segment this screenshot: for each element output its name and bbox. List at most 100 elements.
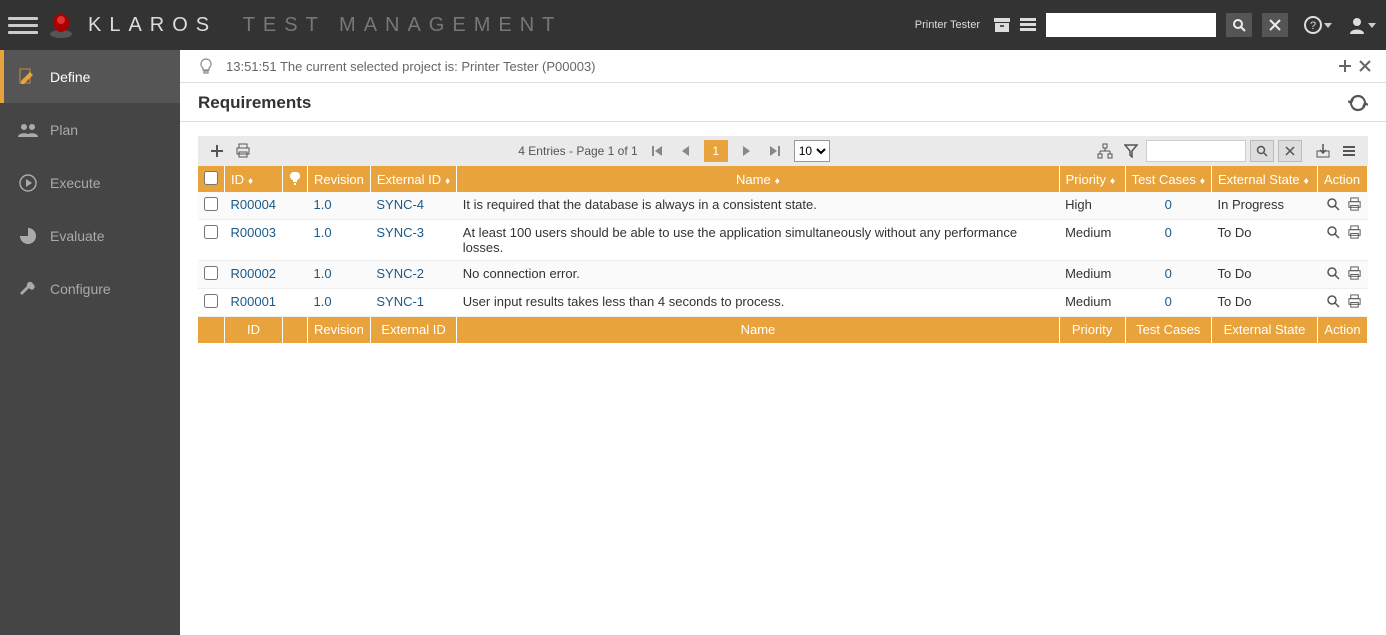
view-icon[interactable] [1326, 225, 1341, 240]
brand: KLAROS TEST MANAGEMENT [88, 14, 562, 37]
name-cell: No connection error. [457, 261, 1059, 289]
view-icon[interactable] [1326, 197, 1341, 212]
first-page-button[interactable] [648, 142, 666, 160]
table-row[interactable]: R00002 1.0 SYNC-2 No connection error. M… [198, 261, 1368, 289]
id-link[interactable]: R00001 [231, 294, 277, 309]
next-page-button[interactable] [738, 142, 756, 160]
last-page-button[interactable] [766, 142, 784, 160]
table-row[interactable]: R00004 1.0 SYNC-4 It is required that th… [198, 192, 1368, 220]
svg-text:?: ? [1310, 20, 1316, 32]
lightbulb-icon [198, 58, 214, 74]
external-id-link[interactable]: SYNC-2 [376, 266, 424, 281]
revision-link[interactable]: 1.0 [314, 266, 332, 281]
tree-icon[interactable] [1094, 140, 1116, 162]
external-id-link[interactable]: SYNC-1 [376, 294, 424, 309]
page-number[interactable]: 1 [704, 140, 728, 162]
priority-cell: Medium [1059, 289, 1125, 317]
add-button[interactable] [206, 140, 228, 162]
menu-icon[interactable] [8, 10, 38, 40]
state-cell: In Progress [1212, 192, 1318, 220]
id-link[interactable]: R00004 [231, 197, 277, 212]
col-external-state[interactable]: External State♦ [1212, 166, 1318, 192]
id-link[interactable]: R00003 [231, 225, 277, 240]
chart-icon [18, 227, 38, 245]
page-size-select[interactable]: 10 [794, 140, 830, 162]
archive-icon[interactable] [994, 18, 1010, 32]
clear-search-button[interactable] [1262, 13, 1288, 37]
refresh-icon[interactable] [1348, 93, 1368, 113]
row-checkbox[interactable] [204, 197, 218, 211]
revision-link[interactable]: 1.0 [314, 225, 332, 240]
page-title-row: Requirements [180, 83, 1386, 122]
test-cases-link[interactable]: 0 [1165, 197, 1172, 212]
sidebar-item-plan[interactable]: Plan [0, 103, 180, 156]
view-icon[interactable] [1326, 294, 1341, 309]
print-icon[interactable] [1347, 294, 1362, 309]
id-link[interactable]: R00002 [231, 266, 277, 281]
col-external-id[interactable]: External ID♦ [370, 166, 456, 192]
row-checkbox[interactable] [204, 294, 218, 308]
external-id-link[interactable]: SYNC-3 [376, 225, 424, 240]
view-icon[interactable] [1326, 266, 1341, 281]
help-icon[interactable]: ? [1304, 16, 1332, 34]
revision-link[interactable]: 1.0 [314, 197, 332, 212]
sidebar: Define Plan Execute Evaluate Configure [0, 50, 180, 635]
notice-text: 13:51:51 The current selected project is… [226, 59, 596, 74]
revision-link[interactable]: 1.0 [314, 294, 332, 309]
table-row[interactable]: R00003 1.0 SYNC-3 At least 100 users sho… [198, 220, 1368, 261]
filter-search-button[interactable] [1250, 140, 1274, 162]
search-button[interactable] [1226, 13, 1252, 37]
print-icon[interactable] [1347, 197, 1362, 212]
topbar-right: Printer Tester ? [915, 13, 1376, 37]
col-bulb[interactable] [283, 166, 308, 192]
state-cell: To Do [1212, 289, 1318, 317]
row-checkbox[interactable] [204, 225, 218, 239]
priority-cell: Medium [1059, 220, 1125, 261]
global-search-input[interactable] [1046, 13, 1216, 37]
edit-icon [18, 68, 38, 86]
print-icon[interactable] [1347, 266, 1362, 281]
test-cases-link[interactable]: 0 [1165, 266, 1172, 281]
test-cases-link[interactable]: 0 [1165, 294, 1172, 309]
filter-icon[interactable] [1120, 140, 1142, 162]
state-cell: To Do [1212, 261, 1318, 289]
sidebar-item-label: Configure [50, 281, 111, 297]
prev-page-button[interactable] [676, 142, 694, 160]
menu-icon[interactable] [1338, 140, 1360, 162]
print-icon[interactable] [1347, 225, 1362, 240]
export-icon[interactable] [1312, 140, 1334, 162]
row-checkbox[interactable] [204, 266, 218, 280]
sidebar-item-define[interactable]: Define [0, 50, 180, 103]
external-id-link[interactable]: SYNC-4 [376, 197, 424, 212]
filter-input[interactable] [1146, 140, 1246, 162]
list-icon[interactable] [1020, 18, 1036, 32]
plus-icon[interactable] [1338, 59, 1352, 73]
filter-clear-button[interactable] [1278, 140, 1302, 162]
table-toolbar: 4 Entries - Page 1 of 1 1 10 [198, 136, 1368, 166]
col-priority[interactable]: Priority♦ [1059, 166, 1125, 192]
project-label: Printer Tester [915, 19, 980, 31]
priority-cell: High [1059, 192, 1125, 220]
col-test-cases[interactable]: Test Cases♦ [1125, 166, 1211, 192]
brand-main: KLAROS [88, 14, 217, 36]
main-content: 13:51:51 The current selected project is… [180, 50, 1386, 635]
name-cell: User input results takes less than 4 sec… [457, 289, 1059, 317]
col-id[interactable]: ID♦ [225, 166, 283, 192]
table-row[interactable]: R00001 1.0 SYNC-1 User input results tak… [198, 289, 1368, 317]
close-icon[interactable] [1358, 59, 1372, 73]
name-cell: It is required that the database is alwa… [457, 192, 1059, 220]
select-all-checkbox[interactable] [204, 171, 218, 185]
sidebar-item-execute[interactable]: Execute [0, 156, 180, 209]
col-name[interactable]: Name♦ [457, 166, 1059, 192]
entries-text: 4 Entries - Page 1 of 1 [518, 144, 637, 158]
col-revision[interactable]: Revision [308, 166, 371, 192]
sidebar-item-label: Plan [50, 122, 78, 138]
test-cases-link[interactable]: 0 [1165, 225, 1172, 240]
sidebar-item-evaluate[interactable]: Evaluate [0, 209, 180, 262]
requirements-table: ID♦ Revision External ID♦ Name♦ Priority… [198, 166, 1368, 343]
user-icon[interactable] [1348, 16, 1376, 34]
sidebar-item-label: Define [50, 69, 90, 85]
sidebar-item-configure[interactable]: Configure [0, 262, 180, 315]
col-checkbox[interactable] [198, 166, 225, 192]
print-button[interactable] [232, 140, 254, 162]
